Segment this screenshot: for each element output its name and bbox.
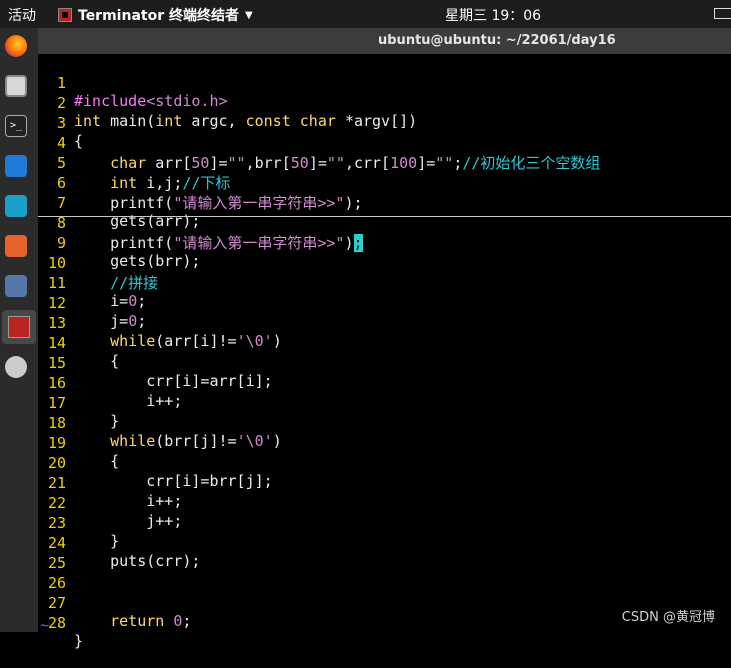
terminator-icon [58, 8, 72, 22]
firefox-icon[interactable] [5, 35, 27, 57]
code-line: 14 { [38, 316, 731, 370]
app-menu[interactable]: Terminator 终端终结者 ▼ [58, 5, 253, 25]
code-line: 12 j=0; [38, 276, 731, 330]
dock: >_ [0, 28, 38, 632]
code-line: 26 [38, 556, 731, 592]
terminator-icon [8, 316, 30, 338]
top-bar: 活动 Terminator 终端终结者 ▼ 星期三 19：06 [0, 0, 731, 28]
vscode-icon[interactable] [5, 155, 27, 177]
window-switch-icon[interactable] [714, 8, 731, 19]
code-line: 27 return 0; [38, 576, 731, 630]
code-line: 15 crr[i]=arr[i]; [38, 336, 731, 390]
code-line: 20 crr[i]=brr[j]; [38, 436, 731, 490]
empty-line-marker: ~ [40, 616, 50, 634]
update-icon[interactable] [5, 356, 27, 378]
clock[interactable]: 星期三 19：06 [445, 5, 541, 25]
code-line: 25 [38, 536, 731, 572]
code-line: 10 //拼接 [38, 236, 731, 292]
vscode-insiders-icon[interactable] [5, 195, 27, 217]
code-line: 18 while(brr[j]!='\0') [38, 396, 731, 450]
code-line: 24 puts(crr); [38, 516, 731, 570]
code-line: 17 } [38, 376, 731, 430]
code-line: 2 int main(int argc, const char *argv[]) [38, 76, 731, 130]
code-line: 4 char arr[50]="",brr[50]="",crr[100]=""… [38, 116, 731, 172]
code-line: 5 int i,j;//下标 [38, 136, 731, 192]
code-line: 16 i++; [38, 356, 731, 410]
code-line: 11 i=0; [38, 256, 731, 310]
code-line: 1 #include<stdio.h> [38, 56, 731, 110]
window-title: ubuntu@ubuntu: ~/22061/day16 [378, 33, 616, 48]
cursor-line: 8 printf("请输入第一串字符串>>"); [38, 196, 731, 252]
code-text: } [74, 632, 84, 650]
code-line: 23 } [38, 496, 731, 550]
code-line: 22 j++; [38, 476, 731, 530]
code-line: 6 printf("请输入第一串字符串>>"); [38, 156, 731, 212]
code-line: 9 gets(brr); [38, 216, 731, 270]
files-icon[interactable] [5, 75, 27, 97]
code-line: 13 while(arr[i]!='\0') [38, 296, 731, 350]
chevron-down-icon: ▼ [244, 9, 253, 21]
watermark: CSDN @黄冠博 [621, 610, 715, 625]
software-center-icon[interactable] [5, 235, 27, 257]
activities-button[interactable]: 活动 [8, 5, 36, 25]
code-line: 7 gets(arr); [38, 176, 731, 230]
window-title-bar[interactable]: ubuntu@ubuntu: ~/22061/day16 [38, 28, 731, 54]
terminal-icon[interactable]: >_ [5, 115, 27, 137]
terminator-dock-item[interactable] [2, 310, 36, 344]
code-line: 21 i++; [38, 456, 731, 510]
app-menu-label: Terminator 终端终结者 [78, 8, 239, 24]
vim-editor[interactable]: 1 #include<stdio.h> 2 int main(int argc,… [38, 56, 731, 650]
network-tool-icon[interactable] [5, 275, 27, 297]
code-line: 19 { [38, 416, 731, 470]
code-line: 3 { [38, 96, 731, 150]
